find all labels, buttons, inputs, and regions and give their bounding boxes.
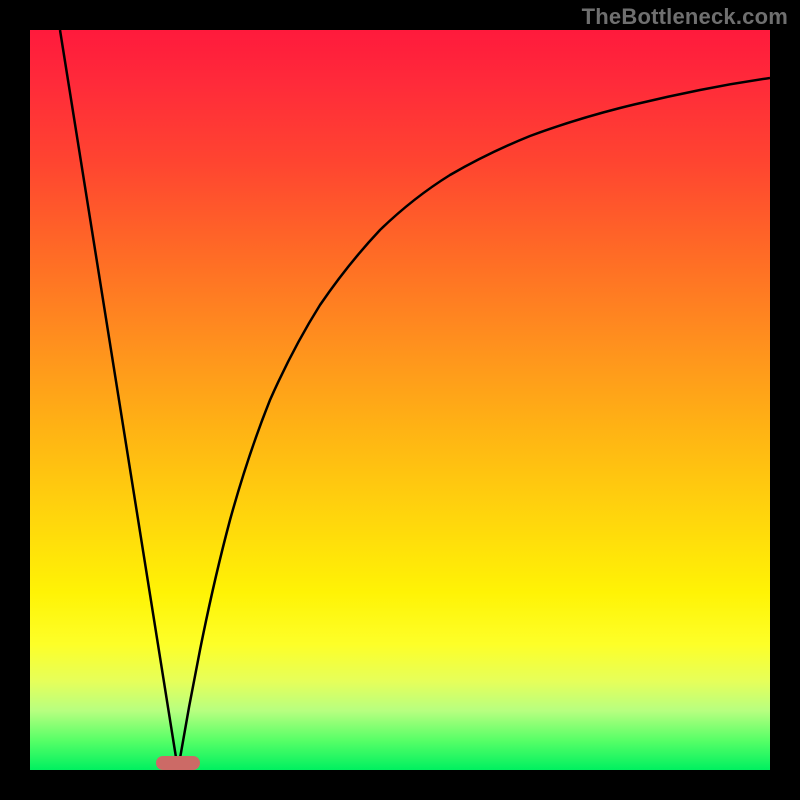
plot-area bbox=[30, 30, 770, 770]
minimum-marker bbox=[156, 756, 200, 770]
chart-frame: TheBottleneck.com bbox=[0, 0, 800, 800]
left-branch-line bbox=[60, 30, 178, 770]
watermark-text: TheBottleneck.com bbox=[582, 4, 788, 30]
right-branch-line bbox=[178, 78, 770, 770]
curve-overlay bbox=[30, 30, 770, 770]
